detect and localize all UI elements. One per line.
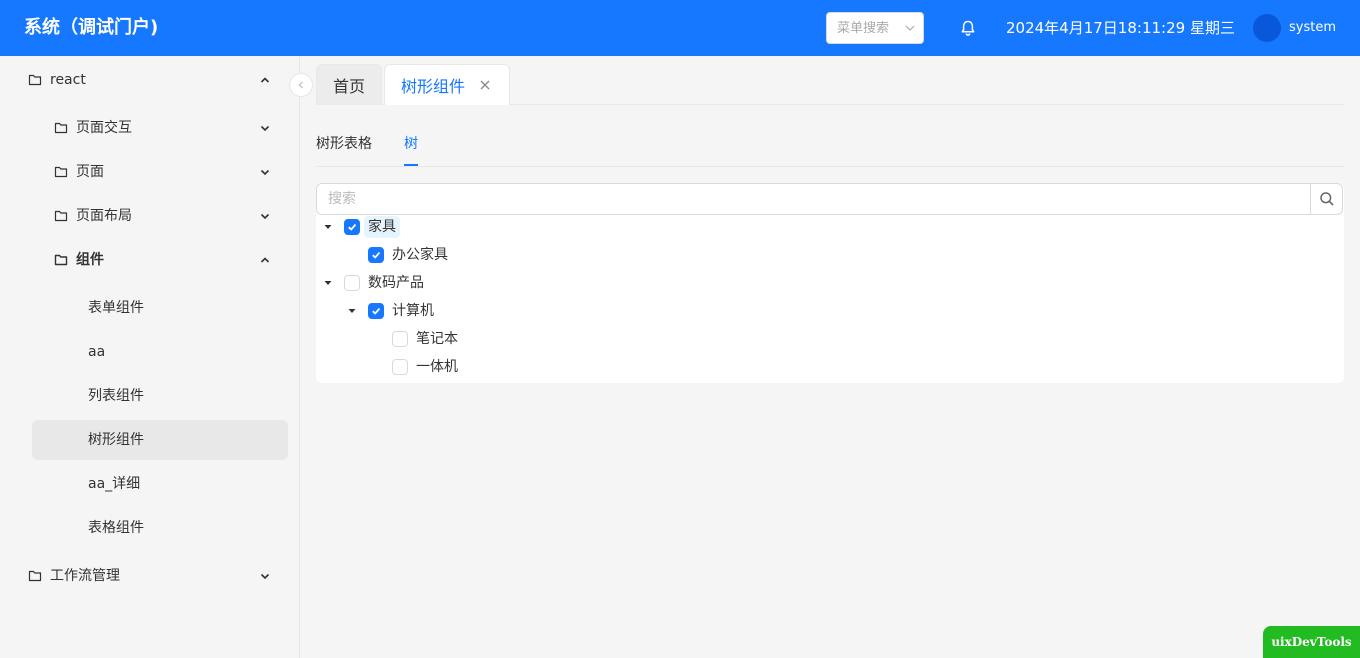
search-button[interactable] — [1310, 184, 1342, 214]
sidebar-item-components[interactable]: 组件 — [54, 240, 272, 280]
tree-checkbox[interactable] — [344, 219, 360, 235]
caret-down-icon[interactable] — [344, 299, 360, 323]
sidebar-item-label: 页面布局 — [76, 208, 132, 224]
tree-search — [316, 183, 1343, 215]
sidebar-item-list-components[interactable]: 列表组件 — [88, 376, 272, 416]
sidebar-item-page-layout[interactable]: 页面布局 — [54, 196, 272, 236]
tree-node-digital-products[interactable]: 数码产品 — [320, 271, 428, 295]
sidebar-item-page[interactable]: 页面 — [54, 152, 272, 192]
sidebar-item-label: react — [50, 72, 86, 88]
tree-node-office-furniture[interactable]: 办公家具 — [344, 243, 452, 267]
caret-down-icon[interactable] — [320, 271, 336, 295]
sidebar-item-page-interaction[interactable]: 页面交互 — [54, 108, 272, 148]
folder-icon — [28, 570, 42, 582]
tree-node-title[interactable]: 计算机 — [388, 300, 438, 322]
tree-panel: 家具 办公家具 数码产品 计算机 笔记本 一体机 — [316, 183, 1344, 383]
tab-label: 树形组件 — [401, 77, 466, 96]
tree-checkbox[interactable] — [368, 303, 384, 319]
tab-tree[interactable]: 树 — [404, 134, 418, 166]
tree-node-title[interactable]: 数码产品 — [364, 272, 428, 294]
username[interactable]: system — [1289, 20, 1336, 36]
tree-node-title[interactable]: 一体机 — [412, 356, 462, 378]
current-datetime: 2024年4月17日18:11:29 星期三 — [1006, 19, 1235, 37]
app-title: 系统（调试门户) — [24, 17, 159, 38]
tree-node-title[interactable]: 办公家具 — [388, 244, 452, 266]
folder-icon — [54, 254, 68, 266]
tree-node-laptop[interactable]: 笔记本 — [368, 327, 462, 351]
tree-search-input[interactable] — [317, 184, 1310, 214]
sidebar-item-label: 页面交互 — [76, 120, 132, 136]
sidebar-item-label: 表格组件 — [88, 520, 144, 536]
devtools-button[interactable]: uixDevTools — [1263, 626, 1360, 658]
tree-node-all-in-one[interactable]: 一体机 — [368, 355, 462, 379]
search-icon — [1319, 192, 1334, 206]
tab-tree-components[interactable]: 树形组件 — [384, 64, 510, 105]
page-tabs: 首页 树形组件 — [316, 64, 1344, 105]
chevron-down-icon — [260, 169, 270, 176]
sidebar-item-form-components[interactable]: 表单组件 — [88, 288, 272, 328]
sidebar-item-label: aa — [88, 344, 106, 360]
tree-node-furniture[interactable]: 家具 — [320, 215, 400, 239]
tab-label: 首页 — [333, 77, 366, 96]
chevron-left-icon — [298, 81, 303, 89]
chevron-down-icon — [260, 125, 270, 132]
sidebar-item-tree-components[interactable]: 树形组件 — [32, 420, 288, 460]
sidebar-item-label: 组件 — [76, 252, 104, 268]
tree-node-title[interactable]: 笔记本 — [412, 328, 462, 350]
sidebar-item-label: 工作流管理 — [50, 568, 120, 584]
avatar[interactable] — [1253, 14, 1281, 42]
chevron-down-icon — [905, 23, 915, 33]
chevron-up-icon — [260, 77, 270, 83]
sidebar-item-label: 树形组件 — [88, 432, 144, 448]
folder-icon — [54, 210, 68, 222]
sidebar-item-label: 表单组件 — [88, 300, 144, 316]
sidebar-item-label: 页面 — [76, 164, 104, 180]
tree-node-title[interactable]: 家具 — [364, 216, 400, 238]
bell-icon[interactable] — [959, 19, 977, 37]
sidebar-collapse-button[interactable] — [289, 73, 313, 97]
chevron-down-icon — [260, 213, 270, 220]
tree-checkbox[interactable] — [344, 275, 360, 291]
sidebar-item-label: 列表组件 — [88, 388, 144, 404]
app-header: 系统（调试门户) 2024年4月17日18:11:29 星期三 system — [0, 0, 1360, 56]
folder-icon — [28, 74, 42, 86]
folder-icon — [54, 166, 68, 178]
sidebar-menu: react 页面交互 页面 页面布局 组件 表单组件 aa 列表组件 树形组件 … — [0, 56, 300, 658]
tree-checkbox[interactable] — [392, 331, 408, 347]
chevron-up-icon — [260, 257, 270, 263]
sidebar-item-aa[interactable]: aa — [88, 332, 272, 372]
tree-node-computer[interactable]: 计算机 — [344, 299, 438, 323]
tab-tree-table[interactable]: 树形表格 — [316, 134, 372, 154]
caret-down-icon[interactable] — [320, 215, 336, 239]
tab-home[interactable]: 首页 — [316, 64, 382, 105]
content-tabs: 树形表格 树 — [316, 128, 1344, 167]
sidebar-item-aa-detail[interactable]: aa_详细 — [88, 464, 272, 504]
close-icon[interactable] — [479, 79, 491, 91]
menu-search-select[interactable] — [826, 12, 924, 44]
folder-icon — [54, 122, 68, 134]
chevron-down-icon — [260, 573, 270, 580]
menu-search-input[interactable] — [837, 20, 903, 36]
tree-checkbox[interactable] — [392, 359, 408, 375]
sidebar-item-react[interactable]: react — [28, 60, 272, 100]
tree-checkbox[interactable] — [368, 247, 384, 263]
sidebar-item-label: aa_详细 — [88, 476, 141, 492]
sidebar-item-workflow[interactable]: 工作流管理 — [28, 556, 272, 596]
sidebar-item-table-components[interactable]: 表格组件 — [88, 508, 272, 548]
